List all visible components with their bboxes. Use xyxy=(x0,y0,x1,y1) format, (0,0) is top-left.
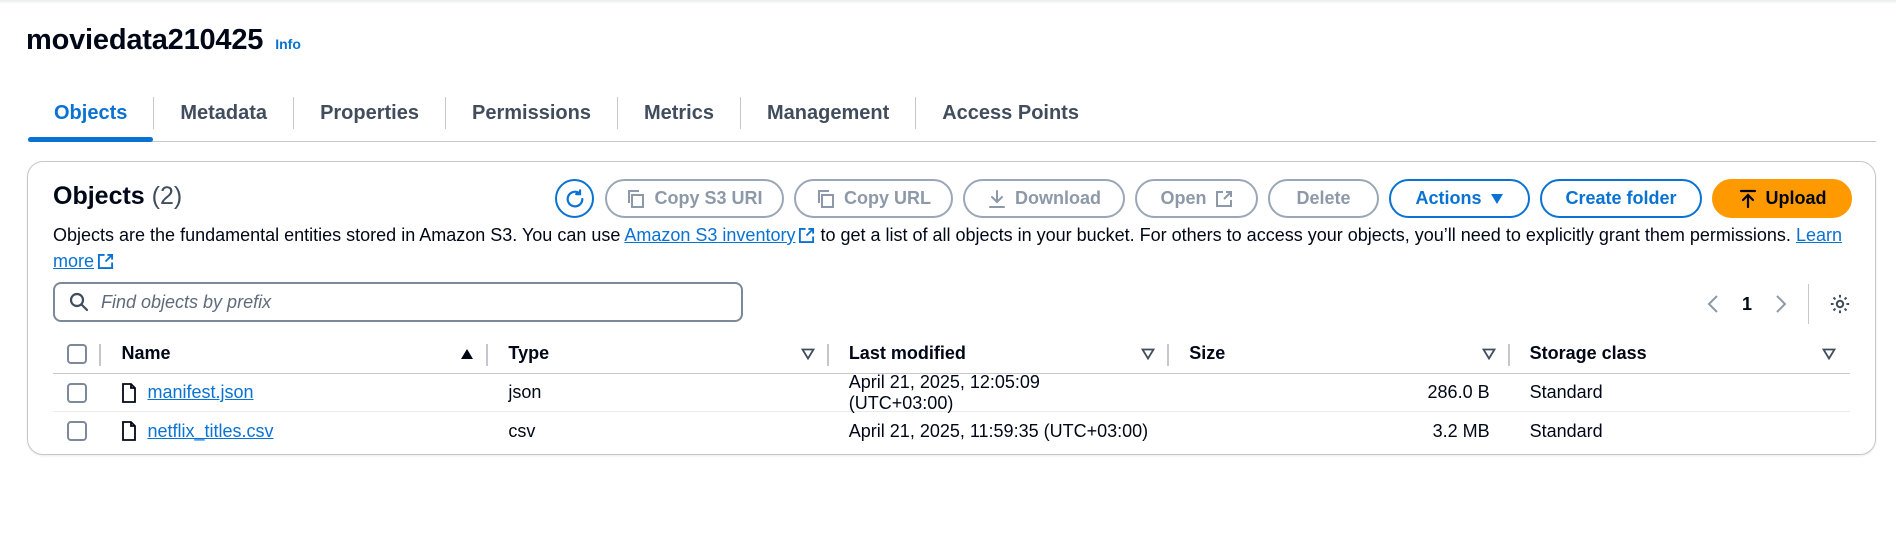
copy-icon xyxy=(628,189,645,208)
search-box xyxy=(53,282,743,322)
download-label: Download xyxy=(1015,188,1101,208)
open-label: Open xyxy=(1160,188,1207,208)
header-checkbox-cell xyxy=(53,334,102,373)
sort-icon xyxy=(800,348,815,360)
size-cell: 286.0 B xyxy=(1427,382,1490,402)
name-cell: netflix_titles.csv xyxy=(101,412,488,450)
sort-icon xyxy=(1481,348,1496,360)
column-size-label: Size xyxy=(1189,343,1226,363)
refresh-icon xyxy=(566,188,583,207)
tab-properties[interactable]: Properties xyxy=(294,90,445,136)
copy-url-button[interactable]: Copy URL xyxy=(794,179,953,218)
storage-class-cell: Standard xyxy=(1529,420,1603,441)
search-input[interactable] xyxy=(99,290,699,314)
external-link-icon xyxy=(97,253,114,270)
copy-s3-uri-label: Copy S3 URI xyxy=(654,188,763,208)
caret-down-icon xyxy=(1490,193,1503,204)
description-text-1: Objects are the fundamental entities sto… xyxy=(53,225,625,245)
actions-dropdown-button[interactable]: Actions xyxy=(1389,179,1530,218)
column-name-label: Name xyxy=(121,343,171,363)
column-last-modified-label: Last modified xyxy=(848,343,966,363)
last-modified-cell: April 21, 2025, 11:59:35 (UTC+03:00) xyxy=(848,420,1149,441)
table-row: netflix_titles.csv csv April 21, 2025, 1… xyxy=(53,412,1850,450)
object-link[interactable]: netflix_titles.csv xyxy=(147,421,273,442)
current-page[interactable]: 1 xyxy=(1734,294,1760,315)
object-link[interactable]: manifest.json xyxy=(147,382,253,403)
row-checkbox-cell xyxy=(53,374,101,411)
sort-icon xyxy=(1821,348,1836,360)
tab-permissions[interactable]: Permissions xyxy=(446,90,617,136)
pagination-divider xyxy=(1808,284,1809,324)
column-storage-class-label: Storage class xyxy=(1529,343,1647,363)
search-icon xyxy=(69,292,89,312)
tab-objects[interactable]: Objects xyxy=(28,90,154,142)
gear-icon[interactable] xyxy=(1829,293,1851,315)
file-icon xyxy=(122,421,137,441)
column-header-type[interactable]: Type xyxy=(488,334,829,373)
copy-s3-uri-button[interactable]: Copy S3 URI xyxy=(605,179,784,218)
objects-description: Objects are the fundamental entities sto… xyxy=(53,222,1853,274)
bucket-title: moviedata210425 xyxy=(26,24,264,56)
upload-icon xyxy=(1739,189,1756,208)
objects-count: (2) xyxy=(151,182,183,210)
external-link-icon xyxy=(799,227,815,244)
tab-metrics[interactable]: Metrics xyxy=(618,90,740,136)
copy-url-label: Copy URL xyxy=(844,188,931,208)
upload-button[interactable]: Upload xyxy=(1712,179,1852,218)
download-button[interactable]: Download xyxy=(963,179,1125,218)
column-header-last-modified[interactable]: Last modified xyxy=(829,334,1170,373)
upload-label: Upload xyxy=(1765,188,1827,208)
sort-ascending-icon xyxy=(461,348,474,359)
objects-title: Objects xyxy=(53,182,145,210)
s3-inventory-link[interactable]: Amazon S3 inventory xyxy=(624,225,795,245)
last-modified-cell: April 21, 2025, 12:05:09 (UTC+03:00) xyxy=(848,371,1040,413)
pagination: 1 xyxy=(1706,284,1851,324)
objects-container: Objects (2) Copy S3 URI Copy URL Downloa… xyxy=(27,161,1876,455)
file-icon xyxy=(122,382,137,403)
objects-table: Name Type Last modified Size Storage cla xyxy=(53,334,1850,450)
table-row: manifest.json json April 21, 2025, 12:05… xyxy=(53,371,1850,413)
refresh-button[interactable] xyxy=(555,179,594,218)
type-cell: json xyxy=(508,382,542,402)
page-header: moviedata210425 Info xyxy=(26,24,301,57)
tab-access-points[interactable]: Access Points xyxy=(916,90,1105,136)
row-checkbox[interactable] xyxy=(67,421,88,441)
size-cell: 3.2 MB xyxy=(1432,420,1490,441)
column-header-size[interactable]: Size xyxy=(1169,334,1510,373)
storage-class-cell: Standard xyxy=(1529,382,1603,402)
row-checkbox[interactable] xyxy=(67,382,88,403)
external-link-icon xyxy=(1215,190,1232,207)
create-folder-button[interactable]: Create folder xyxy=(1540,179,1702,218)
delete-label: Delete xyxy=(1296,188,1351,208)
delete-button[interactable]: Delete xyxy=(1268,179,1379,218)
info-link[interactable]: Info xyxy=(275,36,301,52)
bucket-tabs: Objects Metadata Properties Permissions … xyxy=(28,90,1876,142)
tab-metadata[interactable]: Metadata xyxy=(154,90,293,136)
objects-heading: Objects (2) xyxy=(53,182,182,211)
column-header-storage-class[interactable]: Storage class xyxy=(1510,334,1850,373)
create-folder-label: Create folder xyxy=(1565,188,1677,208)
column-type-label: Type xyxy=(508,343,550,363)
chevron-left-icon[interactable] xyxy=(1706,294,1720,314)
top-bar-shadow xyxy=(0,0,1896,4)
row-checkbox-cell xyxy=(53,412,101,450)
chevron-right-icon[interactable] xyxy=(1774,294,1788,314)
open-button[interactable]: Open xyxy=(1135,179,1258,218)
name-cell: manifest.json xyxy=(101,374,488,411)
type-cell: csv xyxy=(508,420,536,441)
download-icon xyxy=(989,189,1005,208)
table-header: Name Type Last modified Size Storage cla xyxy=(53,334,1850,374)
sort-icon xyxy=(1141,348,1156,360)
copy-icon xyxy=(818,189,834,208)
tab-management[interactable]: Management xyxy=(741,90,915,136)
actions-label: Actions xyxy=(1415,188,1482,208)
description-text-2: to get a list of all objects in your buc… xyxy=(815,225,1796,245)
select-all-checkbox[interactable] xyxy=(67,343,88,364)
column-header-name[interactable]: Name xyxy=(101,334,489,373)
